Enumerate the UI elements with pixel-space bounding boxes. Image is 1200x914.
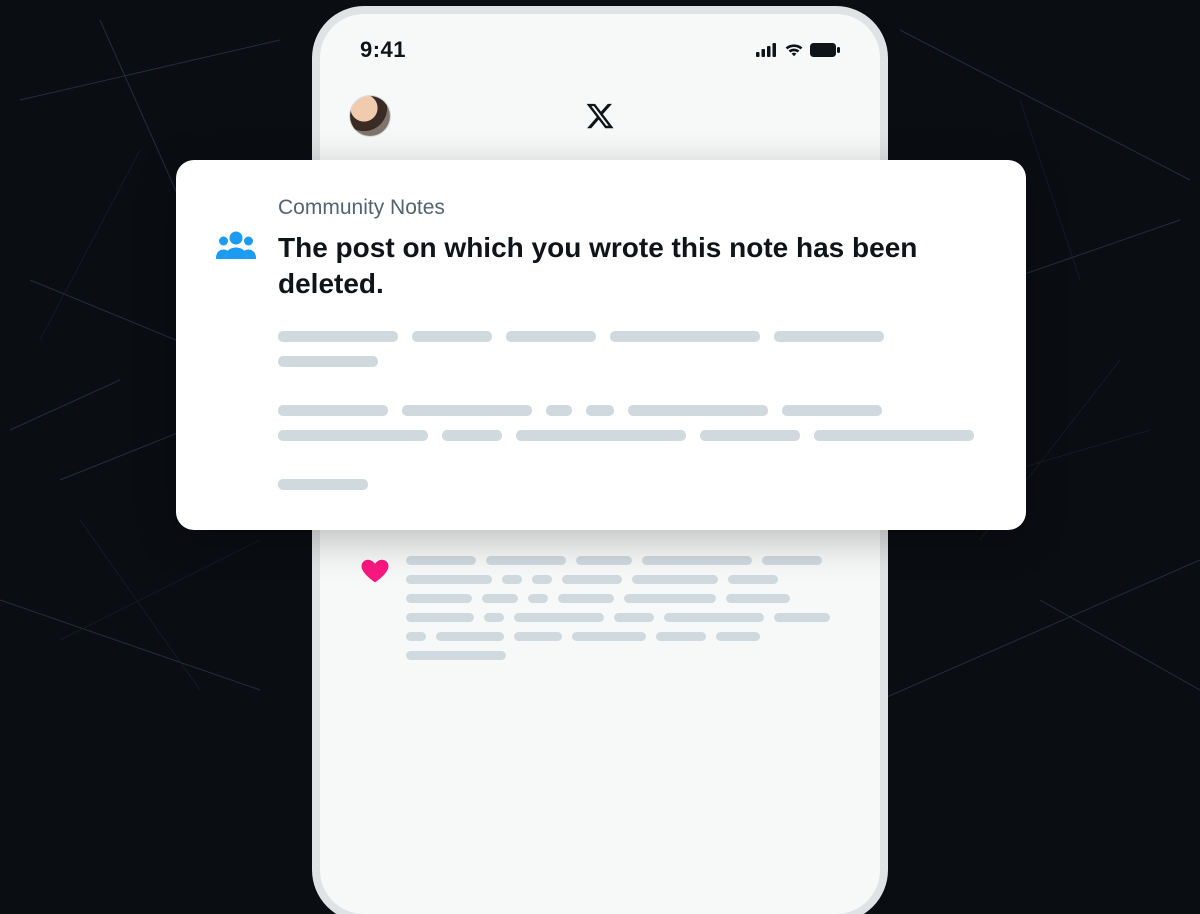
- status-bar: 9:41: [320, 36, 880, 64]
- card-placeholder-text: [278, 331, 986, 490]
- feed-item-icon-slot: [350, 556, 390, 660]
- battery-icon: [810, 43, 840, 57]
- feed-item[interactable]: [350, 544, 850, 672]
- community-notes-people-icon: [216, 230, 256, 262]
- card-headline: The post on which you wrote this note ha…: [278, 230, 986, 303]
- card-icon-slot: [216, 196, 258, 490]
- x-logo-icon[interactable]: [585, 101, 615, 131]
- feed-item-placeholder-text: [406, 556, 850, 660]
- card-label: Community Notes: [278, 196, 986, 220]
- wifi-icon: [784, 43, 804, 57]
- app-header: [320, 92, 880, 140]
- profile-avatar[interactable]: [350, 96, 390, 136]
- cellular-signal-icon: [756, 43, 778, 57]
- card-body: Community Notes The post on which you wr…: [278, 196, 986, 490]
- status-indicators: [756, 43, 840, 57]
- heart-icon: [360, 556, 390, 586]
- community-note-card: Community Notes The post on which you wr…: [176, 160, 1026, 530]
- status-time: 9:41: [360, 37, 406, 63]
